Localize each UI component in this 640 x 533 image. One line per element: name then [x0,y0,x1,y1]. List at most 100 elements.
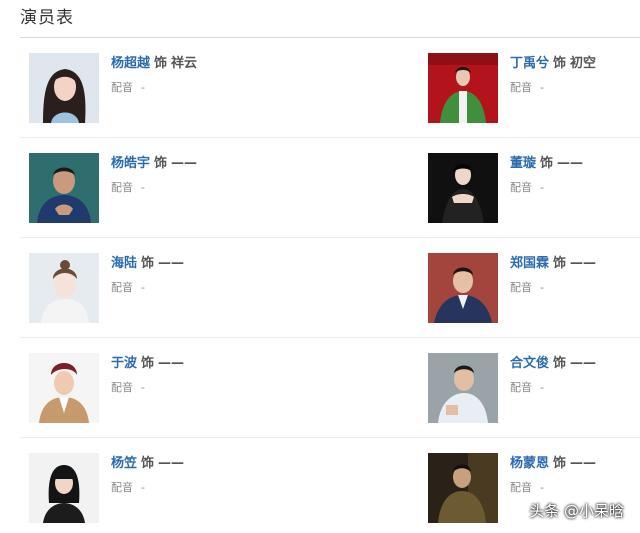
role-prefix: 饰 [553,456,567,471]
cast-card[interactable]: 合文俊饰 —— 配音 - [428,353,640,425]
dub-line: 配音 - [111,279,145,297]
actor-photo[interactable] [428,253,498,323]
page-title: 演员表 [20,8,74,28]
actor-photo-image [428,53,498,123]
role-name: —— [171,156,198,171]
dub-value: - [540,181,544,194]
actor-role-line: 董璇饰 —— [510,154,583,174]
dub-line: 配音 - [510,379,544,397]
cast-card[interactable]: 董璇饰 —— 配音 - [428,153,640,225]
dub-label: 配音 [111,481,133,494]
role-prefix: 饰 [154,56,168,71]
actor-role-line: 杨超越饰祥云 [111,54,197,74]
actor-name-link[interactable]: 海陆 [111,256,137,271]
cast-row: 海陆饰 —— 配音 - 郑国霖饰 —— 配音 - [0,238,640,338]
actor-name-link[interactable]: 董璇 [510,156,536,171]
dub-label: 配音 [111,281,133,294]
actor-role-line: 杨皓宇饰 —— [111,154,197,174]
actor-name-link[interactable]: 杨笠 [111,456,137,471]
dub-value: - [540,381,544,394]
dub-line: 配音 - [510,179,544,197]
dub-line: 配音 - [510,79,544,97]
actor-role-line: 杨蒙恩饰 —— [510,454,596,474]
actor-photo[interactable] [29,253,99,323]
actor-name-link[interactable]: 郑国霖 [510,256,549,271]
cast-card[interactable]: 杨皓宇饰 —— 配音 - [29,153,249,225]
actor-role-line: 郑国霖饰 —— [510,254,596,274]
actor-name-link[interactable]: 杨皓宇 [111,156,150,171]
actor-photo[interactable] [428,353,498,423]
role-prefix: 饰 [141,256,155,271]
dub-value: - [141,381,145,394]
actor-photo-image [29,253,99,323]
cast-card[interactable]: 于波饰 —— 配音 - [29,353,249,425]
cast-card[interactable]: 海陆饰 —— 配音 - [29,253,249,325]
dub-value: - [540,81,544,94]
actor-photo-image [29,453,99,523]
role-name: —— [557,156,584,171]
actor-role-line: 丁禹兮饰初空 [510,54,596,74]
actor-role-line: 合文俊饰 —— [510,354,596,374]
actor-name-link[interactable]: 于波 [111,356,137,371]
cast-grid: 杨超越饰祥云 配音 - 丁禹兮 饰 初空 配音 - 杨皓宇 饰 —— 配音 - … [0,38,640,533]
role-prefix: 饰 [141,356,155,371]
actor-name-link[interactable]: 杨超越 [111,56,150,71]
actor-role-line: 海陆饰 —— [111,254,184,274]
actor-photo-image [29,353,99,423]
dub-value: - [141,481,145,494]
actor-photo-image [428,253,498,323]
dub-value: - [141,181,145,194]
dub-line: 配音 - [111,179,145,197]
dub-label: 配音 [510,181,532,194]
role-prefix: 饰 [553,256,567,271]
cast-card[interactable]: 杨超越饰祥云 配音 - [29,53,249,125]
actor-photo-image [428,453,498,523]
dub-label: 配音 [111,181,133,194]
role-name: —— [158,456,185,471]
actor-photo[interactable] [29,153,99,223]
role-prefix: 饰 [553,56,567,71]
cast-row: 杨皓宇饰 —— 配音 - 董璇饰 —— 配音 - [0,138,640,238]
actor-photo-image [428,153,498,223]
dub-line: 配音 - [111,479,145,497]
cast-card[interactable]: 杨笠饰 —— 配音 - [29,453,249,525]
actor-photo[interactable] [29,53,99,123]
dub-label: 配音 [111,81,133,94]
watermark-text: 头条 @小呆晗 [529,502,624,520]
cast-row: 于波饰 —— 配音 - 合文俊饰 —— 配音 - [0,338,640,438]
actor-photo[interactable] [428,53,498,123]
dub-value: - [540,481,544,494]
dub-label: 配音 [510,481,532,494]
dub-label: 配音 [510,81,532,94]
actor-photo[interactable] [29,453,99,523]
role-name: 初空 [570,56,597,71]
role-name: —— [158,256,185,271]
role-prefix: 饰 [141,456,155,471]
actor-photo[interactable] [428,453,498,523]
actor-photo-image [29,53,99,123]
cast-card[interactable]: 丁禹兮饰初空 配音 - [428,53,640,125]
actor-name-link[interactable]: 合文俊 [510,356,549,371]
role-name: —— [158,356,185,371]
dub-line: 配音 - [111,79,145,97]
actor-photo[interactable] [29,353,99,423]
actor-name-link[interactable]: 丁禹兮 [510,56,549,71]
actor-photo[interactable] [428,153,498,223]
dub-label: 配音 [510,381,532,394]
role-prefix: 饰 [540,156,554,171]
dub-value: - [141,281,145,294]
role-name: 祥云 [171,56,198,71]
cast-card[interactable]: 郑国霖饰 —— 配音 - [428,253,640,325]
dub-value: - [141,81,145,94]
cast-row: 杨超越饰祥云 配音 - 丁禹兮 饰 初空 配音 - [0,38,640,138]
role-prefix: 饰 [553,356,567,371]
role-name: —— [570,456,597,471]
actor-name-link[interactable]: 杨蒙恩 [510,456,549,471]
actor-photo-image [428,353,498,423]
cast-list-page: 演员表 杨超越饰祥云 配音 - 丁禹兮 饰 初空 配音 - 杨皓宇 饰 —— 配… [0,0,640,533]
dub-line: 配音 - [510,279,544,297]
role-name: —— [570,256,597,271]
dub-line: 配音 - [510,479,544,497]
actor-photo-image [29,153,99,223]
dub-label: 配音 [111,381,133,394]
